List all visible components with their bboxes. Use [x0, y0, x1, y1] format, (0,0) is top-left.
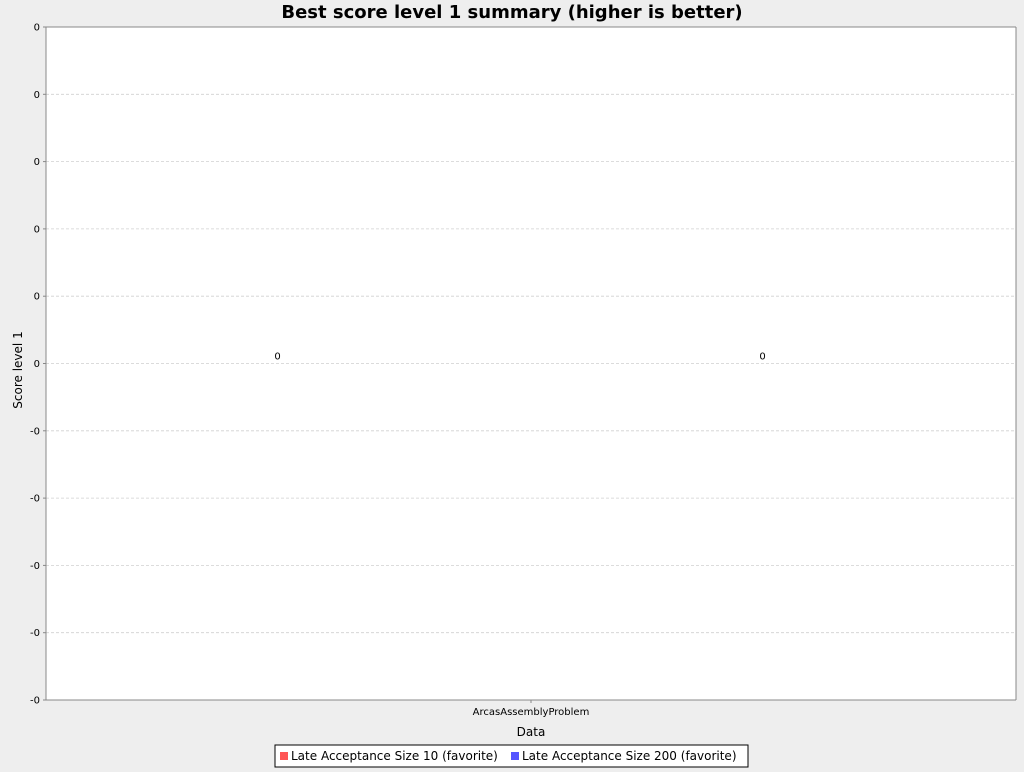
y-tick-label: -0 — [30, 561, 40, 572]
y-axis-label: Score level 1 — [11, 331, 25, 408]
chart-title: Best score level 1 summary (higher is be… — [281, 2, 742, 23]
legend-label: Late Acceptance Size 10 (favorite) — [291, 749, 498, 763]
x-axis-label: Data — [517, 725, 546, 739]
data-label: 0 — [274, 352, 280, 363]
y-tick-label: 0 — [34, 224, 40, 235]
y-tick-label: -0 — [30, 494, 40, 505]
y-tick-label: 0 — [34, 359, 40, 370]
data-label: 0 — [759, 352, 765, 363]
y-tick-label: -0 — [30, 696, 40, 707]
y-tick-label: 0 — [34, 90, 40, 101]
legend: Late Acceptance Size 10 (favorite) Late A… — [274, 744, 749, 768]
legend-label: Late Acceptance Size 200 (favorite) — [522, 749, 737, 763]
y-tick-label: -0 — [30, 628, 40, 639]
y-tick-label: 0 — [34, 157, 40, 168]
y-tick-label: 0 — [34, 23, 40, 34]
legend-swatch — [511, 752, 519, 760]
x-tick-label: ArcasAssemblyProblem — [473, 707, 590, 718]
y-tick-label: 0 — [34, 292, 40, 303]
chart: Best score level 1 summary (higher is be… — [0, 0, 1024, 768]
chart-svg: Best score level 1 summary (higher is be… — [0, 0, 1024, 768]
legend-swatch — [280, 752, 288, 760]
y-tick-label: -0 — [30, 426, 40, 437]
